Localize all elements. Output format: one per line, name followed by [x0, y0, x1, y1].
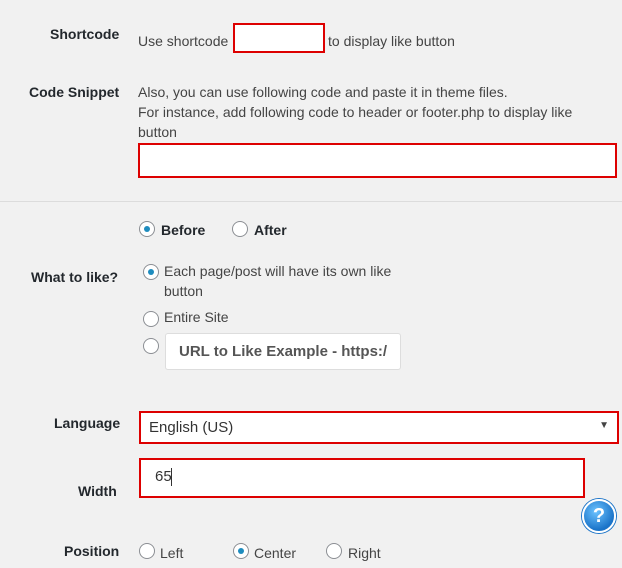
text-caret	[171, 468, 172, 486]
radio-after[interactable]	[232, 221, 248, 237]
code-snippet-line1: Also, you can use following code and pas…	[138, 84, 508, 100]
radio-position-left[interactable]	[139, 543, 155, 559]
radio-each-page[interactable]	[143, 264, 159, 280]
radio-entire-site[interactable]	[143, 311, 159, 327]
section-divider	[0, 201, 622, 202]
width-label: Width	[78, 483, 117, 499]
width-input[interactable]: 65	[139, 458, 585, 498]
code-snippet-line2: For instance, add following code to head…	[138, 104, 573, 120]
radio-position-center-label: Center	[254, 545, 297, 561]
radio-position-left-label: Left	[160, 545, 184, 561]
radio-position-right-label: Right	[348, 545, 381, 561]
language-label: Language	[54, 415, 121, 431]
radio-before[interactable]	[139, 221, 155, 237]
radio-after-label: After	[254, 222, 287, 238]
radio-position-right[interactable]	[326, 543, 342, 559]
position-label: Position	[64, 543, 120, 559]
shortcode-text-before: Use shortcode	[138, 33, 229, 49]
width-value: 65	[155, 468, 172, 485]
radio-url[interactable]	[143, 338, 159, 354]
shortcode-field[interactable]	[233, 23, 325, 53]
what-to-like-label: What to like?	[31, 269, 119, 285]
code-snippet-label: Code Snippet	[29, 84, 120, 100]
radio-each-page-label-line1: Each page/post will have its own like	[164, 263, 392, 279]
help-icon[interactable]: ?	[582, 499, 616, 533]
radio-position-center[interactable]	[233, 543, 249, 559]
radio-before-label: Before	[161, 222, 206, 238]
shortcode-label: Shortcode	[50, 26, 120, 42]
language-value: English (US)	[149, 419, 234, 436]
code-snippet-field[interactable]	[138, 143, 617, 178]
url-to-like-input[interactable]: URL to Like Example - https:/	[165, 333, 401, 370]
shortcode-text-after: to display like button	[328, 33, 455, 49]
chevron-down-icon: ▼	[599, 420, 609, 431]
radio-each-page-label-line2: button	[164, 283, 203, 299]
code-snippet-line3: button	[138, 124, 177, 140]
radio-entire-site-label: Entire Site	[164, 309, 229, 325]
language-select[interactable]: English (US) ▼	[139, 411, 619, 444]
